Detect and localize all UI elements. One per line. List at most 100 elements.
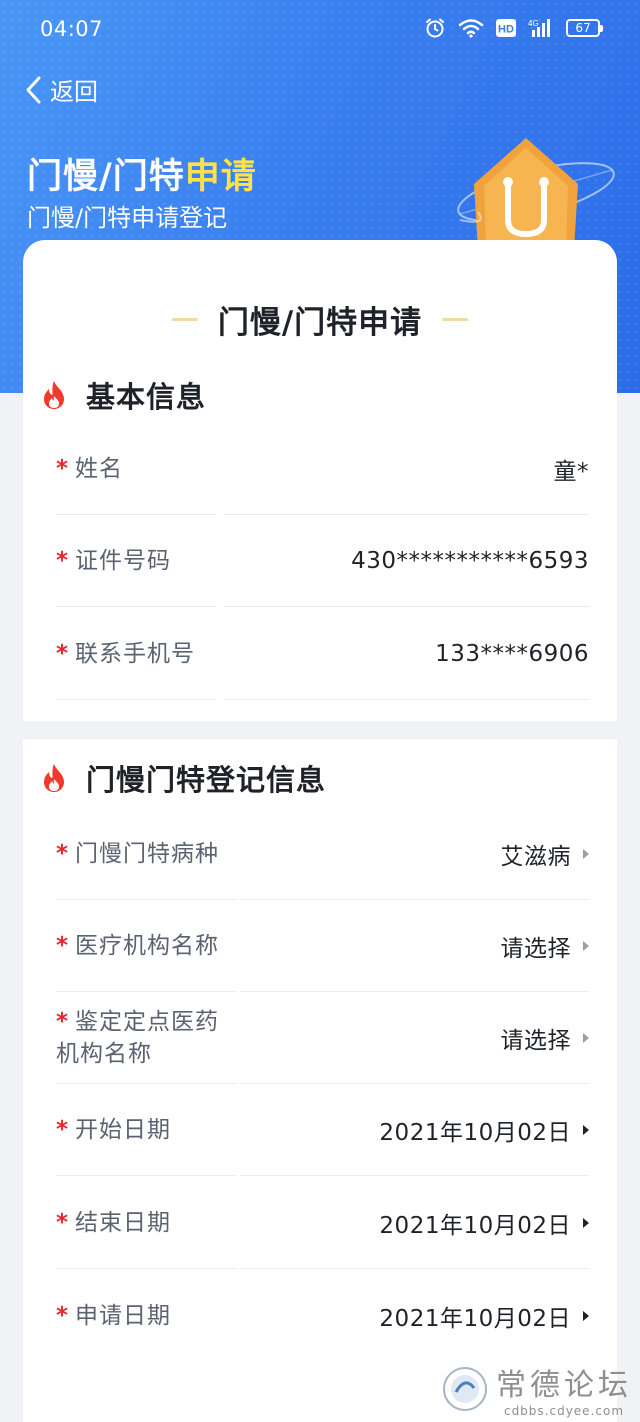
field-label: * 申请日期 xyxy=(56,1300,171,1332)
alarm-icon xyxy=(426,18,444,38)
field-disease-type[interactable]: * 门慢门特病种 艾滋病 xyxy=(56,808,589,900)
field-label-line2: 机构名称 xyxy=(56,1041,152,1067)
field-id-number: * 证件号码 430***********6593 xyxy=(56,515,589,607)
field-name: * 姓名 童* xyxy=(56,423,589,515)
field-apply-date[interactable]: * 申请日期 2021年10月02日 xyxy=(56,1270,589,1362)
triangle-right-icon xyxy=(583,849,589,859)
required-mark: * xyxy=(56,641,70,667)
field-label: * 医疗机构名称 xyxy=(56,930,219,962)
field-label: * 开始日期 xyxy=(56,1114,171,1146)
field-value: 133****6906 xyxy=(435,641,589,667)
wifi-icon xyxy=(458,19,484,38)
status-time: 04:07 xyxy=(40,17,104,41)
required-mark: * xyxy=(56,1009,70,1035)
field-end-date[interactable]: * 结束日期 2021年10月02日 xyxy=(56,1177,589,1269)
field-label: * 证件号码 xyxy=(56,545,171,577)
page-title-highlight: 申请 xyxy=(184,157,257,197)
field-value: 430***********6593 xyxy=(351,548,589,574)
card-title-text: 门慢/门特申请 xyxy=(217,304,423,341)
forum-watermark: 常德论坛 cdbbs.cdyee.com xyxy=(442,1360,632,1418)
divider xyxy=(224,699,589,700)
divider xyxy=(56,1175,236,1176)
field-label-text: 联系手机号 xyxy=(75,641,196,667)
divider xyxy=(56,606,216,607)
title-dash-left xyxy=(171,317,198,321)
field-value[interactable]: 2021年10月02日 xyxy=(379,1113,589,1147)
field-value-text: 2021年10月02日 xyxy=(379,1213,571,1239)
field-value[interactable]: 请选择 xyxy=(500,929,589,963)
divider xyxy=(56,699,216,700)
field-medical-institution[interactable]: * 医疗机构名称 请选择 xyxy=(56,900,589,992)
triangle-right-icon xyxy=(583,1033,589,1043)
required-mark: * xyxy=(56,1117,70,1143)
divider xyxy=(224,606,589,607)
field-value-text: 2021年10月02日 xyxy=(379,1306,571,1332)
status-bar: 04:07 HD 4G 67 xyxy=(0,0,640,58)
status-icons: HD 4G 67 xyxy=(424,17,603,39)
battery-icon: 67 xyxy=(566,19,603,37)
signal-4g-icon: 4G xyxy=(528,19,550,37)
triangle-right-icon xyxy=(583,1218,589,1228)
section-basic-info: 基本信息 xyxy=(40,374,206,416)
battery-level: 67 xyxy=(575,21,591,35)
field-value: 童* xyxy=(553,459,589,485)
field-value[interactable]: 艾滋病 xyxy=(500,837,589,871)
page-title: 门慢/门特申请 xyxy=(27,148,257,199)
field-label-text: 姓名 xyxy=(75,456,124,482)
field-label-text: 结束日期 xyxy=(75,1210,172,1236)
triangle-right-icon xyxy=(583,1311,589,1321)
required-mark: * xyxy=(56,1303,70,1329)
field-label-text: 申请日期 xyxy=(75,1303,172,1329)
divider xyxy=(241,1268,589,1269)
forum-logo-icon xyxy=(443,1367,487,1411)
watermark-url: cdbbs.cdyee.com xyxy=(503,1404,625,1418)
field-value-text: 请选择 xyxy=(500,1028,571,1054)
chevron-left-icon xyxy=(26,76,41,103)
field-value-text: 2021年10月02日 xyxy=(379,1120,571,1146)
section-registration-info-label: 门慢门特登记信息 xyxy=(86,763,327,797)
field-value[interactable]: 2021年10月02日 xyxy=(379,1299,589,1333)
required-mark: * xyxy=(56,1210,70,1236)
triangle-right-icon xyxy=(583,1125,589,1135)
field-label-text: 门慢门特病种 xyxy=(75,841,220,867)
divider xyxy=(56,1268,236,1269)
required-mark: * xyxy=(56,933,70,959)
field-label: * 结束日期 xyxy=(56,1207,171,1239)
page-subtitle: 门慢/门特申请登记 xyxy=(27,204,228,232)
field-value-text: 艾滋病 xyxy=(500,844,571,870)
field-label-text: 开始日期 xyxy=(75,1117,172,1143)
field-label-line1: * 鉴定定点医药 xyxy=(56,1006,219,1038)
title-dash-right xyxy=(442,317,469,321)
watermark-text: 常德论坛 xyxy=(496,1368,632,1403)
required-mark: * xyxy=(56,841,70,867)
medical-shield-illustration xyxy=(457,138,615,250)
card-title: 门慢/门特申请 xyxy=(0,295,640,343)
field-label-text: 证件号码 xyxy=(75,548,172,574)
divider xyxy=(241,1175,589,1176)
back-button[interactable]: 返回 xyxy=(24,72,98,107)
required-mark: * xyxy=(56,456,70,482)
triangle-right-icon xyxy=(583,941,589,951)
hd-icon: HD xyxy=(496,19,516,37)
field-value-text: 请选择 xyxy=(500,936,571,962)
field-label-text: 医疗机构名称 xyxy=(75,933,220,959)
section-registration-info: 门慢门特登记信息 xyxy=(40,757,326,799)
svg-text:4G: 4G xyxy=(528,19,539,28)
field-value[interactable]: 请选择 xyxy=(500,1021,589,1055)
section-basic-info-label: 基本信息 xyxy=(86,380,207,414)
page-title-main: 门慢/门特 xyxy=(27,157,185,197)
flame-icon xyxy=(44,764,64,792)
field-appraisal-institution[interactable]: * 鉴定定点医药 机构名称 请选择 xyxy=(56,992,589,1084)
field-label: * 姓名 xyxy=(56,453,123,485)
field-value[interactable]: 2021年10月02日 xyxy=(379,1206,589,1240)
field-label: * 门慢门特病种 xyxy=(56,838,219,870)
field-phone: * 联系手机号 133****6906 xyxy=(56,608,589,700)
field-label-text: 鉴定定点医药 xyxy=(75,1009,220,1035)
flame-icon xyxy=(44,381,64,409)
field-label: * 鉴定定点医药 机构名称 xyxy=(56,1006,219,1070)
field-label: * 联系手机号 xyxy=(56,638,195,670)
required-mark: * xyxy=(56,548,70,574)
back-label: 返回 xyxy=(50,78,98,106)
svg-text:HD: HD xyxy=(498,24,514,36)
field-start-date[interactable]: * 开始日期 2021年10月02日 xyxy=(56,1084,589,1176)
